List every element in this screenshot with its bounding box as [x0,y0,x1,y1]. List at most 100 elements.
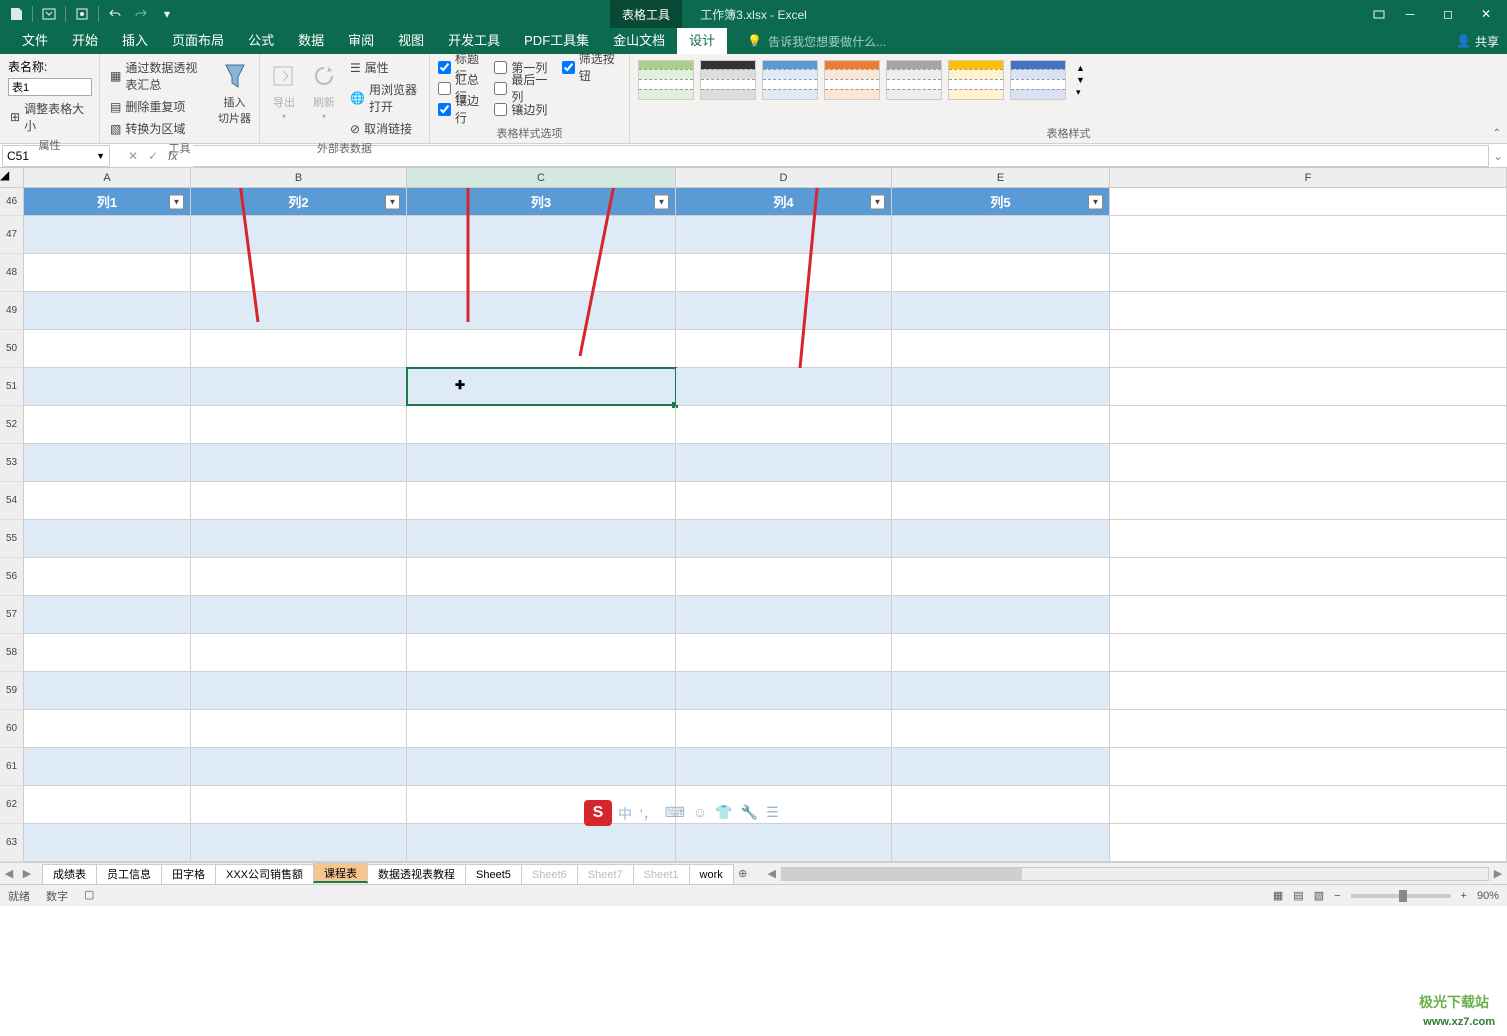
filter-dropdown-icon[interactable]: ▼ [1088,194,1103,209]
row-header[interactable]: 51 [0,368,24,406]
cell[interactable] [407,444,676,481]
row-header[interactable]: 46 [0,188,24,216]
cell[interactable] [24,558,191,595]
cell[interactable] [1110,368,1507,405]
cell[interactable] [191,824,407,861]
row-header[interactable]: 58 [0,634,24,672]
cell[interactable] [191,292,407,329]
cell[interactable] [24,786,191,823]
cell[interactable] [1110,188,1507,215]
cell[interactable] [676,254,892,291]
tab-review[interactable]: 审阅 [336,28,386,54]
cell[interactable] [407,330,676,367]
tab-home[interactable]: 开始 [60,28,110,54]
cell[interactable]: 列1▼ [24,188,191,215]
cell[interactable] [191,748,407,785]
cell[interactable] [1110,710,1507,747]
cell[interactable] [676,596,892,633]
cell[interactable] [407,558,676,595]
banded-rows-checkbox[interactable]: 镶边行 [438,100,486,118]
ime-emoji-icon[interactable]: ☺ [693,804,707,824]
cell[interactable] [24,368,191,405]
cell[interactable] [191,482,407,519]
cell[interactable] [892,558,1110,595]
cell[interactable] [24,634,191,671]
tab-insert[interactable]: 插入 [110,28,160,54]
cell[interactable] [407,254,676,291]
cell[interactable] [892,710,1110,747]
table-style-thumb[interactable] [948,60,1004,100]
cell[interactable] [24,216,191,253]
table-style-thumb[interactable] [886,60,942,100]
cell[interactable] [1110,558,1507,595]
sheet-tab[interactable]: 成绩表 [42,864,97,884]
cell[interactable] [1110,444,1507,481]
cell[interactable] [892,596,1110,633]
sheet-nav-prev-icon[interactable]: ◀ [0,867,18,880]
cell[interactable] [24,406,191,443]
gallery-scroll-up-icon[interactable]: ▲ [1076,63,1085,73]
cell[interactable] [676,748,892,785]
cell[interactable] [676,710,892,747]
zoom-in-icon[interactable]: + [1461,890,1467,902]
cell[interactable] [191,254,407,291]
cell[interactable]: ✚ [407,368,676,405]
horizontal-scrollbar[interactable]: ◀ ▶ [763,867,1507,881]
add-sheet-button[interactable]: ⊕ [733,867,753,880]
cell[interactable] [407,596,676,633]
sheet-tab[interactable]: XXX公司销售额 [215,864,314,884]
cell[interactable] [407,634,676,671]
cell[interactable] [191,520,407,557]
cell[interactable] [676,824,892,861]
table-style-thumb[interactable] [824,60,880,100]
ime-more-icon[interactable]: ☰ [766,804,779,824]
table-style-thumb[interactable] [638,60,694,100]
tab-formulas[interactable]: 公式 [236,28,286,54]
cell[interactable] [407,482,676,519]
sheet-tab[interactable]: Sheet5 [465,864,522,884]
last-col-checkbox[interactable]: 最后一列 [494,79,553,97]
cell[interactable] [24,748,191,785]
save-icon[interactable] [6,4,26,24]
gallery-scroll-down-icon[interactable]: ▼ [1076,75,1085,85]
banded-cols-checkbox[interactable]: 镶边列 [494,100,553,118]
table-style-thumb[interactable] [762,60,818,100]
formula-bar-expand-icon[interactable]: ⌄ [1489,149,1507,163]
filter-dropdown-icon[interactable]: ▼ [654,194,669,209]
cell[interactable] [1110,786,1507,823]
qa-dropdown-icon[interactable]: ▾ [157,4,177,24]
cell[interactable] [1110,254,1507,291]
tab-file[interactable]: 文件 [10,28,60,54]
cell[interactable] [676,368,892,405]
quick-access-icon-2[interactable] [72,4,92,24]
ime-keyboard-icon[interactable]: ⌨ [665,804,685,824]
cell[interactable] [191,330,407,367]
close-button[interactable]: ✕ [1469,3,1503,25]
cell[interactable] [892,672,1110,709]
cell[interactable] [1110,634,1507,671]
cell[interactable] [407,216,676,253]
col-header-B[interactable]: B [191,168,407,187]
cell[interactable] [407,710,676,747]
gallery-more-icon[interactable]: ▾ [1076,87,1085,98]
cell[interactable] [676,330,892,367]
cell[interactable] [191,596,407,633]
cell[interactable] [676,406,892,443]
row-header[interactable]: 49 [0,292,24,330]
row-header[interactable]: 61 [0,748,24,786]
sheet-tab[interactable]: Sheet7 [577,864,634,884]
cell[interactable] [407,292,676,329]
sheet-tab-active[interactable]: 课程表 [313,863,368,883]
cell[interactable] [191,368,407,405]
cell[interactable] [1110,520,1507,557]
cell[interactable] [1110,748,1507,785]
view-normal-icon[interactable]: ▦ [1273,889,1283,902]
cell[interactable]: 列4▼ [676,188,892,215]
cell[interactable] [676,520,892,557]
cell[interactable] [676,482,892,519]
zoom-out-icon[interactable]: − [1334,890,1340,902]
name-box-dropdown-icon[interactable]: ▼ [96,151,105,161]
cell[interactable] [191,216,407,253]
cell[interactable] [1110,330,1507,367]
table-styles-gallery[interactable]: ▲ ▼ ▾ [638,58,1499,100]
